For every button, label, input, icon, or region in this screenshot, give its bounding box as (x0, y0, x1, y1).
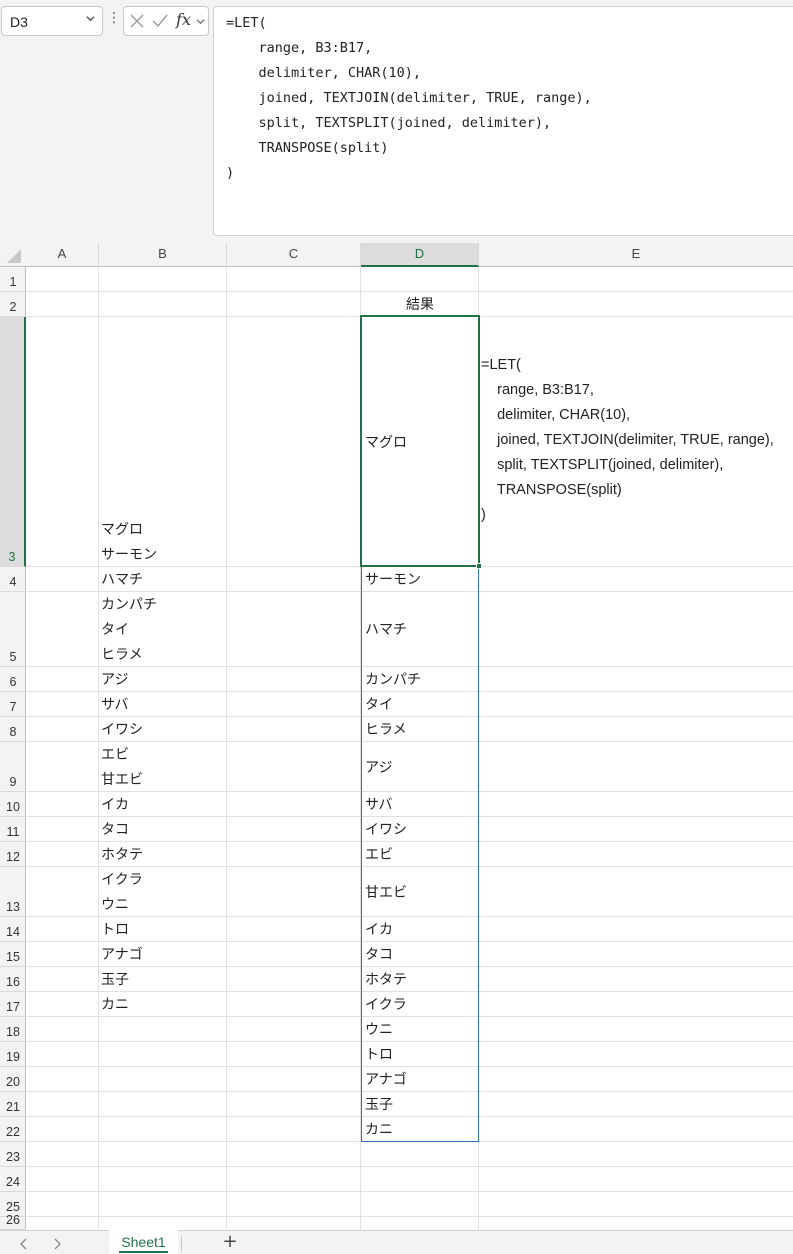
column-header-b[interactable]: B (99, 243, 227, 267)
chevron-down-icon[interactable] (196, 17, 205, 26)
name-box-value: D3 (10, 14, 28, 30)
row-header-16[interactable]: 16 (0, 967, 26, 992)
cell-b3[interactable]: マグロ サーモン (101, 517, 157, 567)
cell-b5[interactable]: カンパチ タイ ヒラメ (101, 592, 157, 667)
row-header-17[interactable]: 17 (0, 992, 26, 1017)
column-header-e[interactable]: E (479, 243, 793, 267)
gridline-h (26, 1216, 793, 1217)
row-header-14[interactable]: 14 (0, 917, 26, 942)
row-header-21[interactable]: 21 (0, 1092, 26, 1117)
column-header-a[interactable]: A (26, 243, 99, 267)
more-options-icon[interactable]: ⋮ (107, 10, 121, 30)
row-header-7[interactable]: 7 (0, 692, 26, 717)
cell-b9[interactable]: エビ 甘エビ (101, 742, 143, 792)
gridline-h (26, 1191, 793, 1192)
column-header-d[interactable]: D (361, 243, 479, 267)
cell-e3[interactable]: =LET( range, B3:B17, delimiter, CHAR(10)… (481, 353, 774, 528)
row-header-3[interactable]: 3 (0, 317, 26, 567)
row-header-6[interactable]: 6 (0, 667, 26, 692)
row-header-5[interactable]: 5 (0, 592, 26, 667)
row-header-20[interactable]: 20 (0, 1067, 26, 1092)
cell-d2[interactable]: 結果 (361, 292, 479, 317)
row-header-23[interactable]: 23 (0, 1142, 26, 1167)
cell-b14[interactable]: トロ (101, 917, 129, 942)
cell-b13[interactable]: イクラ ウニ (101, 867, 143, 917)
gridline-v (98, 267, 99, 1230)
row-header-13[interactable]: 13 (0, 867, 26, 917)
cell-b7[interactable]: サバ (101, 692, 128, 717)
row-header-1[interactable]: 1 (0, 267, 26, 292)
sheet-tab-label: Sheet1 (119, 1234, 168, 1253)
chevron-down-icon[interactable] (86, 14, 95, 23)
gridline-v (226, 267, 227, 1230)
column-header-c[interactable]: C (227, 243, 361, 267)
gridline-h (26, 1166, 793, 1167)
tab-divider (181, 1236, 182, 1252)
cell-b11[interactable]: タコ (101, 817, 129, 842)
row-header-12[interactable]: 12 (0, 842, 26, 867)
cell-b15[interactable]: アナゴ (101, 942, 143, 967)
sheet-tab-sheet1[interactable]: Sheet1 (109, 1230, 178, 1254)
add-sheet-icon[interactable]: + (220, 1232, 240, 1252)
cell-b12[interactable]: ホタテ (101, 842, 143, 867)
close-icon[interactable] (130, 14, 144, 28)
formula-controls: fx (123, 6, 209, 36)
cell-b16[interactable]: 玉子 (101, 967, 129, 992)
row-header-24[interactable]: 24 (0, 1167, 26, 1192)
row-header-18[interactable]: 18 (0, 1017, 26, 1042)
fill-handle[interactable] (476, 563, 482, 569)
row-header-9[interactable]: 9 (0, 742, 26, 792)
row-header-2[interactable]: 2 (0, 292, 26, 317)
row-header-10[interactable]: 10 (0, 792, 26, 817)
cell-b4[interactable]: ハマチ (101, 567, 143, 592)
check-icon[interactable] (152, 14, 168, 28)
row-header-26[interactable]: 26 (0, 1213, 26, 1230)
active-cell-border[interactable] (360, 315, 480, 567)
cell-b6[interactable]: アジ (101, 667, 128, 692)
row-header-11[interactable]: 11 (0, 817, 26, 842)
row-header-4[interactable]: 4 (0, 567, 26, 592)
fx-icon[interactable]: fx (176, 10, 191, 29)
chevron-left-icon[interactable] (19, 1238, 29, 1250)
cell-b10[interactable]: イカ (101, 792, 129, 817)
cell-b17[interactable]: カニ (101, 992, 129, 1017)
row-header-15[interactable]: 15 (0, 942, 26, 967)
chevron-right-icon[interactable] (52, 1238, 62, 1250)
cell-b8[interactable]: イワシ (101, 717, 143, 742)
row-header-19[interactable]: 19 (0, 1042, 26, 1067)
row-header-22[interactable]: 22 (0, 1117, 26, 1142)
select-all-icon[interactable] (6, 248, 22, 264)
formula-text: =LET( range, B3:B17, delimiter, CHAR(10)… (226, 15, 592, 181)
row-header-8[interactable]: 8 (0, 717, 26, 742)
